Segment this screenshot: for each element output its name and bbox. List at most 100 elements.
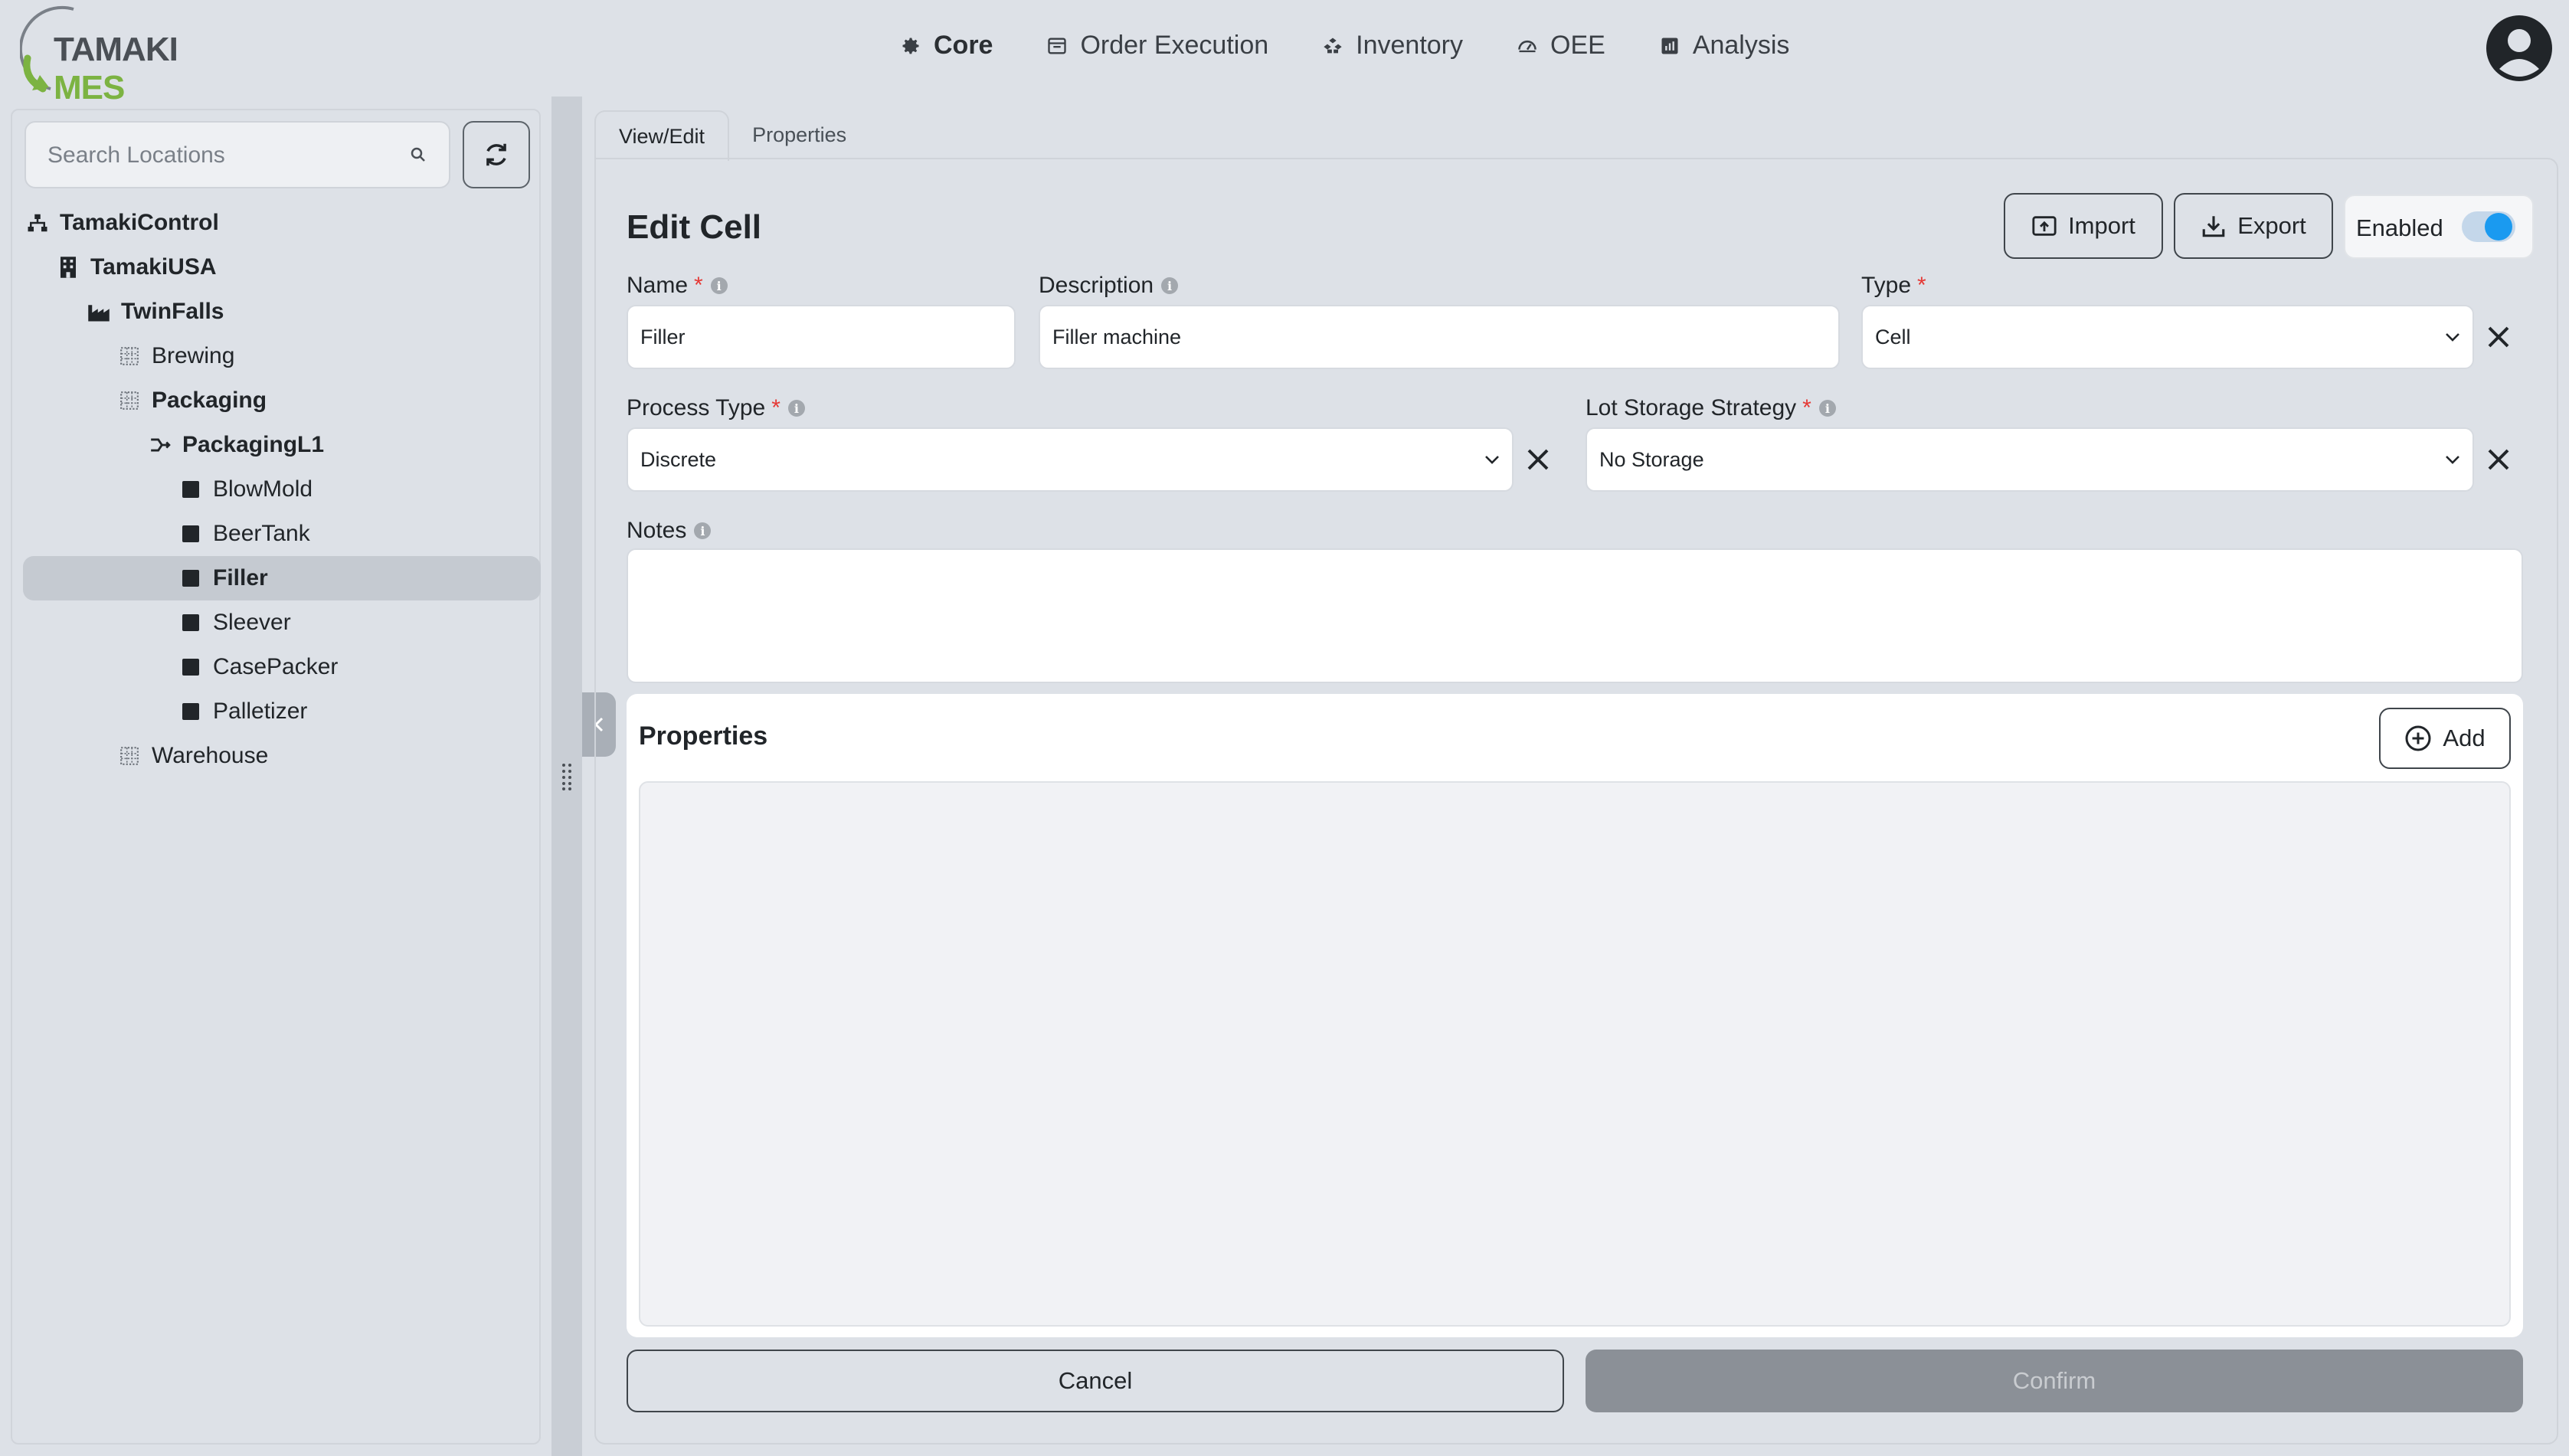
- tree-item-packagingl1[interactable]: PackagingL1: [12, 423, 542, 467]
- lot-storage-value: No Storage: [1599, 447, 1704, 471]
- logo-text: TAMAKI MES: [54, 31, 219, 107]
- tree-item-label: TamakiControl: [60, 210, 219, 235]
- tree-item-filler[interactable]: Filler: [23, 556, 541, 600]
- tree-item-label: PackagingL1: [182, 432, 325, 457]
- nav-oee-label: OEE: [1550, 31, 1605, 60]
- boxes-icon: [1324, 38, 1342, 53]
- square-icon: [179, 656, 202, 679]
- tree-item-label: CasePacker: [213, 654, 339, 679]
- factory-icon: [87, 300, 110, 323]
- nav-order-execution-label: Order Execution: [1080, 31, 1269, 60]
- name-label: Name * i: [627, 273, 728, 299]
- tree-item-label: BlowMold: [213, 476, 313, 502]
- chevron-down-icon: [1485, 456, 1499, 464]
- tree-item-beertank[interactable]: BeerTank: [12, 512, 542, 556]
- page-title: Edit Cell: [627, 208, 762, 246]
- enabled-toggle[interactable]: [2462, 211, 2515, 242]
- notes-label-text: Notes: [627, 518, 687, 543]
- tree-item-label: Sleever: [213, 610, 291, 635]
- description-label-text: Description: [1039, 273, 1154, 298]
- report-icon: [1661, 38, 1678, 54]
- plus-circle-icon: [2405, 725, 2431, 751]
- clear-lot-storage-icon[interactable]: [2483, 444, 2514, 475]
- tree-item-sleever[interactable]: Sleever: [12, 600, 542, 645]
- add-label: Add: [2443, 725, 2486, 751]
- drag-handle-icon[interactable]: [561, 763, 572, 790]
- enabled-label: Enabled: [2356, 214, 2443, 241]
- info-icon[interactable]: i: [787, 400, 805, 417]
- tree-item-tamakicontrol[interactable]: TamakiControl: [12, 201, 542, 245]
- required-marker: *: [1802, 395, 1811, 420]
- process-type-label-text: Process Type: [627, 395, 766, 420]
- tree-item-tamakiusa[interactable]: TamakiUSA: [12, 245, 542, 290]
- speedometer-icon: [1518, 40, 1536, 52]
- description-label: Description i: [1039, 273, 1179, 299]
- name-field[interactable]: Filler: [627, 305, 1016, 369]
- nav-inventory[interactable]: Inventory: [1322, 31, 1463, 61]
- confirm-button[interactable]: Confirm: [1586, 1350, 2523, 1412]
- import-button[interactable]: Import: [2004, 193, 2163, 259]
- tree-item-label: TamakiUSA: [90, 254, 217, 280]
- grid-icon: [118, 389, 141, 412]
- location-sidebar: TamakiControl TamakiUSA TwinFalls Brewin…: [11, 109, 541, 1445]
- clear-process-type-icon[interactable]: [1523, 444, 1553, 475]
- info-icon[interactable]: i: [710, 277, 728, 294]
- notes-textarea[interactable]: [627, 548, 2523, 683]
- tree-item-label: BeerTank: [213, 521, 310, 546]
- tree-item-brewing[interactable]: Brewing: [12, 334, 542, 378]
- nav-order-execution[interactable]: Order Execution: [1046, 31, 1268, 61]
- type-value: Cell: [1875, 325, 1911, 348]
- tree-item-palletizer[interactable]: Palletizer: [12, 689, 542, 734]
- export-button[interactable]: Export: [2174, 193, 2333, 259]
- nav-core-label: Core: [934, 31, 993, 60]
- required-marker: *: [1917, 273, 1926, 298]
- properties-list: [639, 781, 2511, 1327]
- cancel-button[interactable]: Cancel: [627, 1350, 1564, 1412]
- refresh-button[interactable]: [463, 121, 530, 188]
- nav-analysis[interactable]: Analysis: [1659, 31, 1790, 61]
- lot-storage-label: Lot Storage Strategy * i: [1586, 395, 1836, 421]
- user-avatar-icon[interactable]: [2486, 15, 2552, 81]
- nav-analysis-label: Analysis: [1692, 31, 1790, 60]
- name-label-text: Name: [627, 273, 689, 298]
- type-select[interactable]: Cell: [1861, 305, 2474, 369]
- add-property-button[interactable]: Add: [2379, 708, 2511, 769]
- tree-item-warehouse[interactable]: Warehouse: [12, 734, 542, 778]
- logo-text-part1: TAMAKI: [54, 31, 178, 68]
- tamaki-mes-logo[interactable]: TAMAKI MES: [20, 5, 219, 106]
- info-icon[interactable]: i: [1818, 400, 1836, 417]
- lot-storage-label-text: Lot Storage Strategy: [1586, 395, 1797, 420]
- download-icon: [2202, 216, 2225, 237]
- type-label-text: Type: [1861, 273, 1912, 298]
- grid-icon: [118, 345, 141, 368]
- chevron-down-icon: [2446, 333, 2459, 342]
- square-icon: [179, 611, 202, 634]
- nav-core[interactable]: Core: [900, 31, 993, 61]
- tab-properties[interactable]: Properties: [729, 110, 869, 159]
- location-tree: TamakiControl TamakiUSA TwinFalls Brewin…: [12, 201, 542, 778]
- description-field[interactable]: Filler machine: [1039, 305, 1840, 369]
- tree-item-label: Palletizer: [213, 699, 308, 724]
- lot-storage-select[interactable]: No Storage: [1586, 427, 2474, 492]
- hierarchy-icon: [26, 211, 49, 234]
- tree-item-twinfalls[interactable]: TwinFalls: [12, 290, 542, 334]
- tab-view-edit[interactable]: View/Edit: [594, 110, 730, 161]
- refresh-icon: [486, 143, 506, 166]
- nav-oee[interactable]: OEE: [1517, 31, 1605, 61]
- tree-item-blowmold[interactable]: BlowMold: [12, 467, 542, 512]
- search-icon: [411, 147, 425, 162]
- search-locations-input[interactable]: [46, 136, 386, 175]
- logo-text-part2: MES: [54, 69, 125, 106]
- flow-icon: [149, 434, 172, 456]
- tree-item-label: Packaging: [152, 388, 267, 413]
- tree-item-packaging[interactable]: Packaging: [12, 378, 542, 423]
- main-nav: Core Order Execution Inventory OEE Analy…: [900, 31, 1843, 61]
- process-type-value: Discrete: [640, 447, 717, 471]
- tree-item-casepacker[interactable]: CasePacker: [12, 645, 542, 689]
- import-label: Import: [2068, 212, 2135, 239]
- process-type-select[interactable]: Discrete: [627, 427, 1514, 492]
- info-icon[interactable]: i: [1161, 277, 1179, 294]
- clear-type-icon[interactable]: [2483, 322, 2514, 352]
- building-icon: [57, 256, 80, 279]
- info-icon[interactable]: i: [694, 522, 712, 539]
